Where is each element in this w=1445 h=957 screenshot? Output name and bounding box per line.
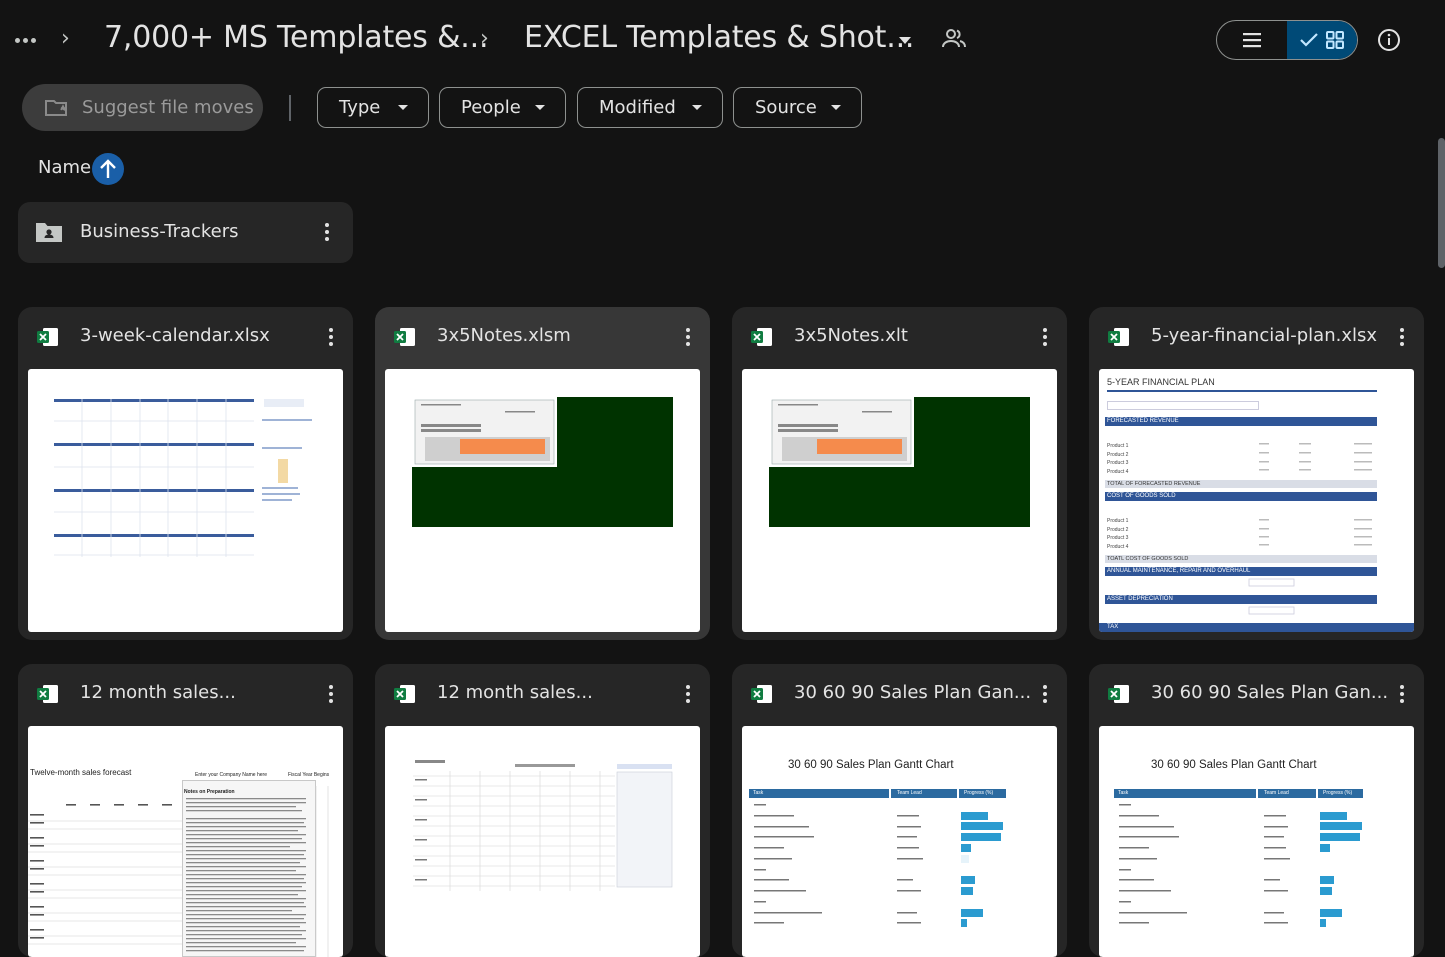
- more-icon[interactable]: [12, 28, 38, 52]
- file-name: 3-week-calendar.xlsx: [80, 325, 270, 346]
- folder-more-icon[interactable]: [325, 223, 329, 241]
- shared-people-icon[interactable]: [942, 28, 966, 54]
- file-thumbnail: 30 60 90 Sales Plan Gantt Chart Task Tea…: [1099, 726, 1414, 957]
- type-filter-chip[interactable]: Type: [317, 87, 429, 128]
- file-name: 12 month sales...: [80, 682, 236, 703]
- more-vert-icon[interactable]: [1043, 328, 1047, 346]
- excel-icon: [751, 685, 772, 703]
- file-thumbnail: [385, 369, 700, 632]
- chevron-right-icon: ›: [61, 26, 70, 51]
- file-name: 3x5Notes.xlsm: [437, 325, 571, 346]
- file-thumbnail: Twelve-month sales forecast Enter your C…: [28, 726, 343, 957]
- filter-divider: [289, 95, 291, 121]
- type-filter-label: Type: [339, 97, 381, 118]
- more-vert-icon[interactable]: [1043, 685, 1047, 703]
- excel-icon: [394, 328, 415, 346]
- file-name: 30 60 90 Sales Plan Gan...: [794, 682, 1032, 703]
- check-icon: [1300, 33, 1318, 47]
- file-card[interactable]: 12 month sales... Twelve-month sales for…: [18, 664, 353, 957]
- file-thumbnail: 5-YEAR FINANCIAL PLAN FORECASTED REVENUE…: [1099, 369, 1414, 632]
- shared-folder-icon: [36, 223, 62, 242]
- grid-icon: [1326, 31, 1344, 49]
- more-vert-icon[interactable]: [329, 685, 333, 703]
- excel-icon: [37, 685, 58, 703]
- source-filter-chip[interactable]: Source: [733, 87, 862, 128]
- list-view-button[interactable]: [1217, 21, 1287, 59]
- arrow-up-icon: [100, 159, 116, 178]
- chevron-right-icon: ›: [480, 26, 489, 51]
- excel-icon: [1108, 328, 1129, 346]
- file-thumbnail: [28, 369, 343, 632]
- excel-icon: [1108, 685, 1129, 703]
- file-thumbnail: [742, 369, 1057, 632]
- sort-direction-button[interactable]: [92, 153, 124, 185]
- file-thumbnail: [385, 726, 700, 957]
- more-vert-icon[interactable]: [686, 328, 690, 346]
- folder-card[interactable]: Business-Trackers: [18, 202, 353, 263]
- folder-menu-caret-icon[interactable]: [899, 37, 911, 44]
- file-card[interactable]: 12 month sales...: [375, 664, 710, 957]
- file-card[interactable]: 3x5Notes.xlt: [732, 307, 1067, 640]
- source-filter-label: Source: [755, 97, 817, 118]
- file-card[interactable]: 3-week-calendar.xlsx: [18, 307, 353, 640]
- excel-icon: [394, 685, 415, 703]
- file-card[interactable]: 30 60 90 Sales Plan Gan... 30 60 90 Sale…: [1089, 664, 1424, 957]
- grid-view-button[interactable]: [1287, 21, 1357, 59]
- more-vert-icon[interactable]: [329, 328, 333, 346]
- file-thumbnail: 30 60 90 Sales Plan Gantt Chart Task Tea…: [742, 726, 1057, 957]
- excel-icon: [751, 328, 772, 346]
- breadcrumb-parent[interactable]: 7,000+ MS Templates &...: [104, 20, 488, 55]
- file-card[interactable]: 3x5Notes.xlsm: [375, 307, 710, 640]
- suggest-file-moves-label: Suggest file moves: [82, 97, 254, 118]
- file-card[interactable]: 5-year-financial-plan.xlsx 5-YEAR FINANC…: [1089, 307, 1424, 640]
- more-vert-icon[interactable]: [1400, 328, 1404, 346]
- modified-filter-label: Modified: [599, 97, 676, 118]
- folder-name: Business-Trackers: [80, 221, 239, 242]
- more-vert-icon[interactable]: [1400, 685, 1404, 703]
- sort-by-name-label[interactable]: Name: [38, 157, 91, 178]
- people-filter-chip[interactable]: People: [439, 87, 566, 128]
- more-vert-icon[interactable]: [686, 685, 690, 703]
- people-filter-label: People: [461, 97, 521, 118]
- file-name: 5-year-financial-plan.xlsx: [1151, 325, 1378, 346]
- file-name: 12 month sales...: [437, 682, 593, 703]
- excel-icon: [37, 328, 58, 346]
- drive-move-icon: [45, 99, 67, 116]
- chevron-down-icon: [692, 105, 702, 110]
- file-name: 3x5Notes.xlt: [794, 325, 908, 346]
- chevron-down-icon: [398, 105, 408, 110]
- chevron-down-icon: [831, 105, 841, 110]
- file-name: 30 60 90 Sales Plan Gan...: [1151, 682, 1389, 703]
- list-icon: [1243, 33, 1261, 48]
- breadcrumb-current[interactable]: EXCEL Templates & Shot...: [524, 20, 914, 55]
- view-toggle: [1216, 20, 1358, 60]
- info-icon[interactable]: [1377, 28, 1401, 56]
- modified-filter-chip[interactable]: Modified: [577, 87, 723, 128]
- chevron-down-icon: [535, 105, 545, 110]
- scrollbar-thumb[interactable]: [1438, 138, 1445, 268]
- suggest-file-moves-button[interactable]: Suggest file moves: [22, 84, 263, 131]
- file-card[interactable]: 30 60 90 Sales Plan Gan... 30 60 90 Sale…: [732, 664, 1067, 957]
